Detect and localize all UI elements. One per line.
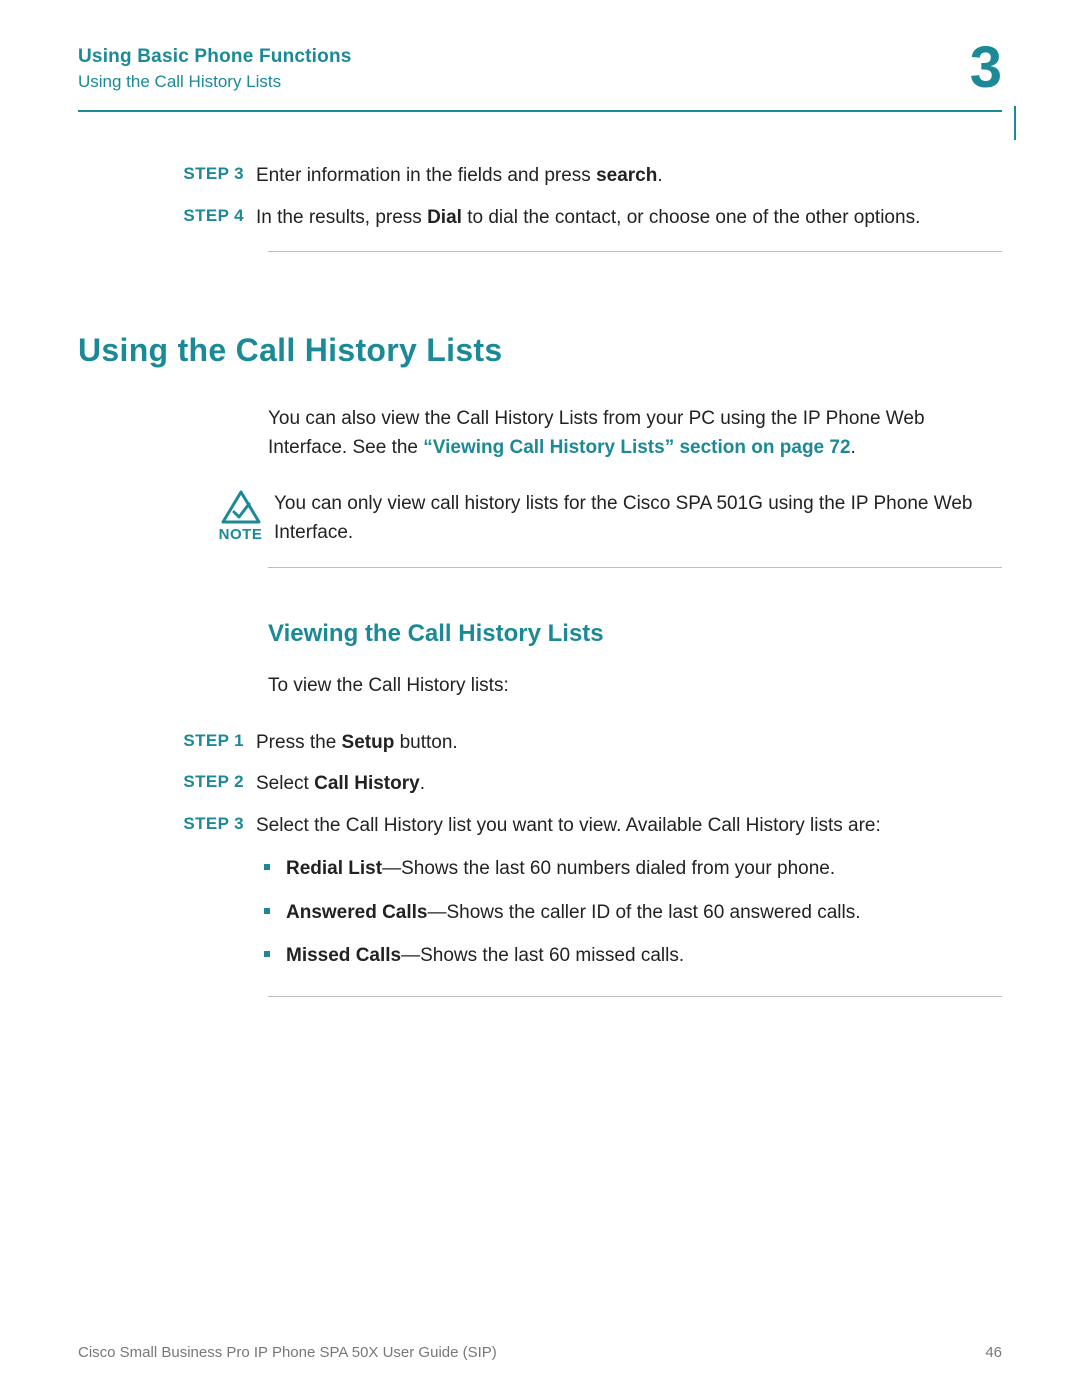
bold: Dial xyxy=(427,207,462,228)
bold: Redial List xyxy=(286,858,382,879)
list-item: Redial List—Shows the last 60 numbers di… xyxy=(256,855,1002,883)
note-label: NOTE xyxy=(213,526,268,543)
footer-title: Cisco Small Business Pro IP Phone SPA 50… xyxy=(78,1344,497,1361)
text: —Shows the last 60 missed calls. xyxy=(401,945,684,966)
step-label: STEP 3 xyxy=(78,812,256,837)
text: —Shows the caller ID of the last 60 answ… xyxy=(428,902,861,923)
chapter-title: Using Basic Phone Functions xyxy=(78,46,1002,68)
section-heading: Using the Call History Lists xyxy=(78,332,1002,369)
step-row: STEP 2 Select Call History. xyxy=(78,770,1002,798)
step-text: In the results, press Dial to dial the c… xyxy=(256,204,1002,232)
step-text: Select the Call History list you want to… xyxy=(256,812,1002,986)
text: . xyxy=(851,437,856,458)
step-label: STEP 4 xyxy=(78,204,256,229)
page-number: 46 xyxy=(985,1344,1002,1361)
text: Select the Call History list you want to… xyxy=(256,815,881,836)
text: to dial the contact, or choose one of th… xyxy=(462,207,920,228)
page-header: Using Basic Phone Functions Using the Ca… xyxy=(78,46,1002,128)
note-text: You can only view call history lists for… xyxy=(268,490,1002,547)
chapter-subtitle: Using the Call History Lists xyxy=(78,72,1002,92)
paragraph: To view the Call History lists: xyxy=(268,672,1002,701)
text: Press the xyxy=(256,732,342,753)
step-row: STEP 4 In the results, press Dial to dia… xyxy=(78,204,1002,232)
step-text: Enter information in the fields and pres… xyxy=(256,162,1002,190)
text: . xyxy=(420,773,425,794)
page-footer: Cisco Small Business Pro IP Phone SPA 50… xyxy=(78,1344,1002,1361)
text: Select xyxy=(256,773,314,794)
note-block: NOTE You can only view call history list… xyxy=(78,490,1002,547)
chapter-tab xyxy=(1014,106,1016,140)
text: Enter information in the fields and pres… xyxy=(256,165,596,186)
subsection-heading: Viewing the Call History Lists xyxy=(268,620,1002,648)
step-row: STEP 3 Enter information in the fields a… xyxy=(78,162,1002,190)
separator xyxy=(268,567,1002,568)
separator xyxy=(268,251,1002,252)
text: button. xyxy=(394,732,457,753)
chapter-number: 3 xyxy=(970,34,1002,101)
step-text: Press the Setup button. xyxy=(256,729,1002,757)
page-content: STEP 3 Enter information in the fields a… xyxy=(78,128,1002,997)
text: In the results, press xyxy=(256,207,427,228)
step-label: STEP 3 xyxy=(78,162,256,187)
bold: Call History xyxy=(314,773,420,794)
bold: Missed Calls xyxy=(286,945,401,966)
bold: Answered Calls xyxy=(286,902,428,923)
list-item: Missed Calls—Shows the last 60 missed ca… xyxy=(256,942,1002,970)
step-row: STEP 3 Select the Call History list you … xyxy=(78,812,1002,986)
text: —Shows the last 60 numbers dialed from y… xyxy=(382,858,835,879)
note-icon-cell: NOTE xyxy=(213,490,268,543)
bullet-list: Redial List—Shows the last 60 numbers di… xyxy=(256,855,1002,970)
step-text: Select Call History. xyxy=(256,770,1002,798)
step-label: STEP 1 xyxy=(78,729,256,754)
step-row: STEP 1 Press the Setup button. xyxy=(78,729,1002,757)
paragraph: You can also view the Call History Lists… xyxy=(268,405,1002,462)
step-label: STEP 2 xyxy=(78,770,256,795)
text: . xyxy=(657,165,662,186)
bold: Setup xyxy=(342,732,395,753)
separator xyxy=(268,996,1002,997)
bold: search xyxy=(596,165,657,186)
cross-reference-link[interactable]: “Viewing Call History Lists” section on … xyxy=(423,437,850,458)
page: Using Basic Phone Functions Using the Ca… xyxy=(0,0,1080,1397)
header-rule xyxy=(78,110,1002,112)
list-item: Answered Calls—Shows the caller ID of th… xyxy=(256,899,1002,927)
note-check-icon xyxy=(221,490,261,524)
